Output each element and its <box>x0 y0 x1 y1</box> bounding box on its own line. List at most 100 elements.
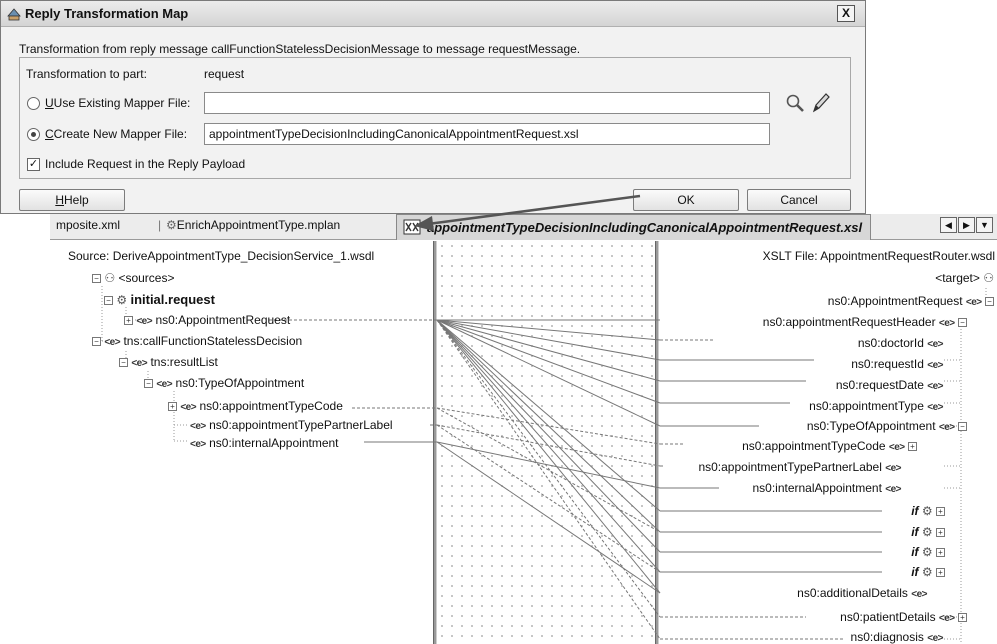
search-icon[interactable] <box>784 92 806 114</box>
source-appointment-request-node[interactable]: + <e> ns0:AppointmentRequest <box>124 313 290 328</box>
source-result-list-node[interactable]: − <e> tns:resultList <box>119 355 218 370</box>
target-appointment-type-node[interactable]: ns0:appointmentType <e> <box>809 399 943 414</box>
target-doctor-id-node[interactable]: ns0:doctorId <e> <box>858 336 944 351</box>
dialog-title: Reply Transformation Map <box>25 6 189 21</box>
tab-navigation: ◀ ▶ ▼ <box>939 217 995 235</box>
target-file-header: XSLT File: AppointmentRequestRouter.wsdl <box>762 249 995 263</box>
dialog-app-icon <box>7 8 21 21</box>
element-icon: <e> <box>938 613 955 624</box>
element-icon: <e> <box>888 442 905 453</box>
ok-button[interactable]: OK <box>633 189 739 211</box>
collapse-icon[interactable]: − <box>119 358 128 368</box>
collapse-icon[interactable]: − <box>144 379 153 389</box>
expand-icon[interactable]: + <box>936 568 945 578</box>
create-new-radio[interactable] <box>27 128 40 141</box>
collapse-icon[interactable]: − <box>985 297 994 307</box>
expand-icon[interactable]: + <box>908 442 917 452</box>
target-if-node-4[interactable]: if ⚙ + <box>911 565 945 580</box>
target-internal-appointment-node[interactable]: ns0:internalAppointment <e> <box>752 481 901 496</box>
tab-separator: | <box>158 218 162 232</box>
expand-icon[interactable]: + <box>958 613 967 623</box>
target-if-node-1[interactable]: if ⚙ + <box>911 504 945 519</box>
target-type-of-appointment-node[interactable]: ns0:TypeOfAppointment <e> − <box>807 419 967 434</box>
source-type-of-appointment-node[interactable]: − <e> ns0:TypeOfAppointment <box>144 376 304 391</box>
expand-icon[interactable]: + <box>124 316 133 326</box>
dialog-titlebar[interactable]: Reply Transformation Map X <box>1 1 865 27</box>
target-request-date-node[interactable]: ns0:requestDate <e> <box>836 378 944 393</box>
collapse-icon[interactable]: − <box>958 318 967 328</box>
source-appointment-type-code-node[interactable]: + <e> ns0:appointmentTypeCode <box>168 399 343 414</box>
element-icon: <e> <box>927 402 943 413</box>
source-partner-label-node[interactable]: <e> ns0:appointmentTypePartnerLabel <box>190 418 393 433</box>
mplan-icon: ⚙ <box>166 218 177 232</box>
variable-icon: ⚙ <box>116 293 128 307</box>
help-button[interactable]: HHelp <box>19 189 125 211</box>
target-if-node-2[interactable]: if ⚙ + <box>911 525 945 540</box>
source-sources-node[interactable]: − ⚇ <sources> <box>92 271 175 286</box>
source-internal-appointment-node[interactable]: <e> ns0:internalAppointment <box>190 436 339 451</box>
use-existing-radio[interactable] <box>27 97 40 110</box>
target-request-id-node[interactable]: ns0:requestId <e> <box>851 357 943 372</box>
tab-prev-button[interactable]: ◀ <box>940 217 957 233</box>
reply-transformation-dialog: Reply Transformation Map X Transformatio… <box>0 0 866 214</box>
existing-mapper-file-input[interactable] <box>204 92 770 114</box>
element-icon: <e> <box>927 633 943 644</box>
target-partner-label-node[interactable]: ns0:appointmentTypePartnerLabel <e> <box>698 460 901 475</box>
element-icon: <e> <box>156 379 173 390</box>
expand-icon[interactable]: + <box>168 402 177 412</box>
tab-list-button[interactable]: ▼ <box>976 217 993 233</box>
schema-icon: ⚇ <box>104 271 116 285</box>
xsl-mapper-canvas: Source: DeriveAppointmentType_DecisionSe… <box>64 241 997 644</box>
editor-tab-bar: mposite.xml | ⚙EnrichAppointmentType.mpl… <box>50 214 997 240</box>
target-request-header-node[interactable]: ns0:appointmentRequestHeader <e> − <box>763 315 967 330</box>
collapse-icon[interactable]: − <box>92 274 101 284</box>
collapse-icon[interactable]: − <box>104 296 113 306</box>
target-pane-divider[interactable] <box>655 241 659 644</box>
tab-next-button[interactable]: ▶ <box>958 217 975 233</box>
element-icon: <e> <box>938 318 955 329</box>
source-pane-divider[interactable] <box>433 241 437 644</box>
source-call-function-node[interactable]: − <e> tns:callFunctionStatelessDecision <box>92 334 302 349</box>
expand-icon[interactable]: + <box>936 507 945 517</box>
element-icon: <e> <box>136 316 153 327</box>
include-request-checkbox[interactable]: ✓ <box>27 158 40 171</box>
mapper-options-group: Transformation to part: request UUse Exi… <box>19 57 851 179</box>
mapping-canvas-grid[interactable] <box>437 241 655 644</box>
tab-composite[interactable]: mposite.xml <box>56 218 120 232</box>
expand-icon[interactable]: + <box>936 528 945 538</box>
collapse-icon[interactable]: − <box>958 422 967 432</box>
xsl-file-icon <box>403 219 421 235</box>
target-additional-details-node[interactable]: ns0:additionalDetails <e> <box>797 586 927 601</box>
element-icon: <e> <box>190 421 206 432</box>
create-new-label: CCreate New Mapper File: <box>45 127 188 141</box>
schema-icon: ⚇ <box>983 271 994 285</box>
target-appointment-type-code-node[interactable]: ns0:appointmentTypeCode <e> + <box>742 439 917 454</box>
element-icon: <e> <box>938 422 955 433</box>
target-appointment-request-node[interactable]: ns0:AppointmentRequest <e> − <box>828 294 994 309</box>
new-mapper-file-input[interactable]: appointmentTypeDecisionIncludingCanonica… <box>204 123 770 145</box>
element-icon: <e> <box>885 463 901 474</box>
element-icon: <e> <box>965 297 982 308</box>
target-patient-details-node[interactable]: ns0:patientDetails <e> + <box>840 610 967 625</box>
cancel-button[interactable]: Cancel <box>747 189 851 211</box>
tab-xsl-active[interactable]: appointmentTypeDecisionIncludingCanonica… <box>396 214 872 240</box>
target-target-node[interactable]: <target> ⚇ <box>935 271 994 286</box>
element-icon: <e> <box>927 360 943 371</box>
tab-enrich-mplan[interactable]: ⚙EnrichAppointmentType.mplan <box>166 218 340 232</box>
element-icon: <e> <box>911 589 927 600</box>
target-diagnosis-node[interactable]: ns0:diagnosis <e> <box>851 630 944 644</box>
collapse-icon[interactable]: − <box>92 337 101 347</box>
include-request-label: Include Request in the Reply Payload <box>45 157 246 171</box>
target-if-node-3[interactable]: if ⚙ + <box>911 545 945 560</box>
close-button[interactable]: X <box>837 5 855 22</box>
expand-icon[interactable]: + <box>936 548 945 558</box>
element-icon: <e> <box>104 337 121 348</box>
source-file-header: Source: DeriveAppointmentType_DecisionSe… <box>68 249 375 263</box>
source-initial-request-node[interactable]: − ⚙ initial.request <box>104 292 215 307</box>
element-icon: <e> <box>190 439 206 450</box>
xsl-if-icon: ⚙ <box>921 525 933 539</box>
element-icon: <e> <box>131 358 148 369</box>
part-value: request <box>204 67 245 81</box>
element-icon: <e> <box>927 339 943 350</box>
edit-pencil-icon[interactable] <box>810 91 832 115</box>
